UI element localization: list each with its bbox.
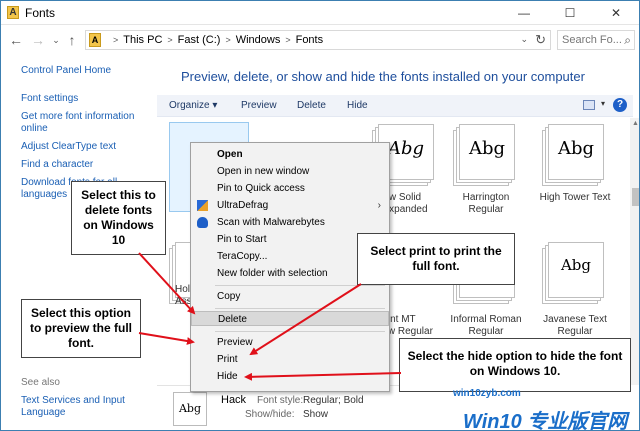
menu-item-preview[interactable]: Preview xyxy=(191,335,389,350)
organize-button[interactable]: Organize ▾ xyxy=(169,100,217,111)
font-name: Informal Roman Regular xyxy=(450,314,522,337)
breadcrumb-fonts[interactable]: Fonts xyxy=(296,34,324,46)
font-stack-icon: Abg xyxy=(542,124,604,186)
back-arrow-icon[interactable]: ← xyxy=(7,30,25,50)
view-dropdown-icon[interactable]: ▾ xyxy=(601,99,605,108)
preview-button[interactable]: Preview xyxy=(241,100,277,111)
selected-font-name: Hack xyxy=(221,394,247,406)
menu-item-label: Scan with Malwarebytes xyxy=(217,217,325,228)
address-bar: ← → ⌄ ↑ A > This PC > Fast (C:) > Windows > Fon… xyxy=(1,27,639,53)
menu-separator xyxy=(215,331,385,332)
adjust-cleartype-link[interactable]: Adjust ClearType text xyxy=(21,141,151,153)
font-settings-link[interactable]: Font settings xyxy=(21,93,151,105)
font-sample: Abg xyxy=(560,256,592,274)
submenu-chevron-icon: › xyxy=(377,200,381,211)
refresh-icon[interactable]: ↻ xyxy=(535,32,546,48)
help-icon[interactable]: ? xyxy=(613,98,627,112)
watermark-site: win10zyb.com xyxy=(453,388,521,399)
scrollbar-thumb[interactable] xyxy=(632,188,639,206)
callout-print: Select print to print the full font. xyxy=(357,233,515,285)
menu-item-ultradefrag[interactable]: UltraDefrag › xyxy=(191,198,389,213)
separator-chevron-icon: > xyxy=(113,35,119,45)
up-arrow-icon[interactable]: ↑ xyxy=(63,30,81,50)
vertical-scrollbar[interactable]: ▲ xyxy=(630,118,639,385)
menu-item-open[interactable]: Open xyxy=(191,147,389,162)
menu-separator xyxy=(215,285,385,286)
page-heading: Preview, delete, or show and hide the fo… xyxy=(181,69,585,84)
text-services-link[interactable]: Text Services and Input Language xyxy=(21,395,151,419)
search-placeholder: Search Fo... xyxy=(562,34,622,46)
fonts-window: A Fonts — ☐ ✕ ← → ⌄ ↑ A > This PC > Fast (C… xyxy=(0,0,640,431)
search-input[interactable]: Search Fo... ⌕ xyxy=(557,30,635,50)
show-hide-label: Show/hide: xyxy=(245,409,295,420)
separator-chevron-icon: > xyxy=(225,35,231,45)
maximize-button[interactable]: ☐ xyxy=(547,1,593,25)
menu-item-delete[interactable]: Delete xyxy=(191,311,389,326)
menu-item-label: UltraDefrag xyxy=(217,200,269,211)
breadcrumb: > This PC > Fast (C:) > Windows > Fonts xyxy=(108,34,323,46)
control-panel-home-link[interactable]: Control Panel Home xyxy=(21,65,151,77)
breadcrumb-windows[interactable]: Windows xyxy=(236,34,281,46)
fonts-folder-icon: A xyxy=(7,6,19,19)
ultradefrag-icon xyxy=(197,200,208,211)
hide-button[interactable]: Hide xyxy=(347,100,368,111)
font-name: Javanese Text Regular xyxy=(543,314,607,337)
font-sample: Abg xyxy=(557,138,595,159)
menu-item-hide[interactable]: Hide xyxy=(191,369,389,384)
font-name: High Tower Text xyxy=(539,192,611,203)
breadcrumb-this-pc[interactable]: This PC xyxy=(123,34,162,46)
font-stack-icon: Abg xyxy=(542,242,604,304)
menu-item-open-new-window[interactable]: Open in new window xyxy=(191,164,389,179)
more-font-info-link[interactable]: Get more font information online xyxy=(21,111,151,135)
font-name: Harrington Regular xyxy=(462,192,510,215)
font-preview-thumbnail: Abg xyxy=(173,392,207,426)
view-options-icon[interactable] xyxy=(583,100,595,110)
menu-item-copy[interactable]: Copy xyxy=(191,289,389,304)
watermark-brand: Win10 专业版官网 xyxy=(463,411,628,431)
path-box[interactable]: A > This PC > Fast (C:) > Windows > Fonts ⌄ ↻ xyxy=(85,30,551,50)
delete-button[interactable]: Delete xyxy=(297,100,326,111)
menu-separator xyxy=(215,308,385,309)
search-icon: ⌕ xyxy=(624,33,631,47)
fonts-folder-icon: A xyxy=(89,33,101,47)
font-style-value: Regular; Bold xyxy=(303,395,364,406)
breadcrumb-drive[interactable]: Fast (C:) xyxy=(178,34,221,46)
show-hide-value: Show xyxy=(303,409,329,420)
find-character-link[interactable]: Find a character xyxy=(21,159,151,171)
menu-item-pin-quick-access[interactable]: Pin to Quick access xyxy=(191,181,389,196)
title-bar: A Fonts — ☐ ✕ xyxy=(1,1,639,25)
minimize-button[interactable]: — xyxy=(501,1,547,25)
forward-arrow-icon[interactable]: → xyxy=(29,30,47,50)
callout-delete: Select this to delete fonts on Windows 1… xyxy=(71,181,166,255)
close-button[interactable]: ✕ xyxy=(593,1,639,25)
font-style-label: Font style: xyxy=(257,395,304,406)
separator-chevron-icon: > xyxy=(167,35,173,45)
malwarebytes-icon xyxy=(197,217,208,228)
see-also-label: See also xyxy=(21,377,60,388)
menu-item-malwarebytes[interactable]: Scan with Malwarebytes xyxy=(191,215,389,230)
callout-hide: Select the hide option to hide the font … xyxy=(399,338,631,392)
menu-item-print[interactable]: Print xyxy=(191,352,389,367)
command-bar: Organize ▾ Preview Delete Hide ▾ ? xyxy=(157,95,633,117)
separator-chevron-icon: > xyxy=(285,35,291,45)
font-stack-icon: Abg xyxy=(453,124,515,186)
callout-preview: Select this option to preview the full f… xyxy=(21,299,141,358)
window-title: Fonts xyxy=(25,6,56,20)
path-dropdown-icon[interactable]: ⌄ xyxy=(520,34,528,45)
font-sample: Abg xyxy=(468,138,506,159)
scroll-up-icon[interactable]: ▲ xyxy=(632,120,639,127)
